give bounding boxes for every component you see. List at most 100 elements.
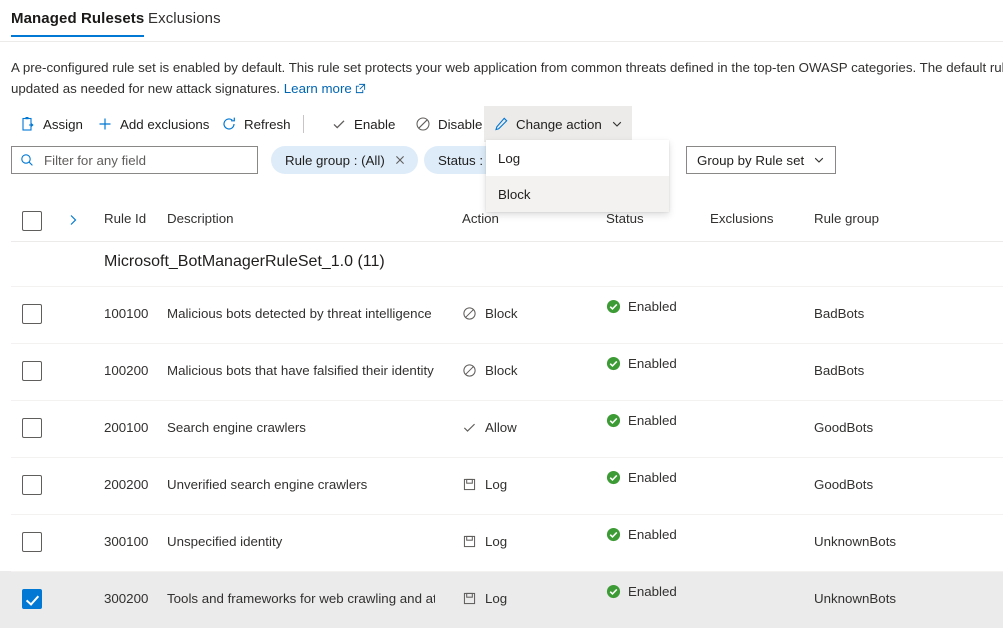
command-bar: Assign Add exclusions Refresh Enable — [0, 106, 1003, 142]
cell-description: Malicious bots detected by threat intell… — [167, 306, 435, 321]
chevron-right-icon — [66, 213, 80, 227]
enable-label: Enable — [354, 117, 395, 132]
check-circle-icon — [606, 584, 621, 599]
cell-rule-id: 100200 — [104, 363, 148, 378]
group-by-dropdown[interactable]: Group by Rule set — [686, 146, 836, 174]
cell-action-label: Log — [485, 534, 507, 549]
cell-status-label: Enabled — [628, 469, 678, 486]
log-note-icon — [462, 534, 477, 549]
menu-item-block[interactable]: Block — [486, 176, 669, 212]
check-circle-icon — [606, 470, 621, 485]
table-row[interactable]: 200100 Search engine crawlers Allow Enab… — [0, 400, 1003, 457]
cell-status: Enabled — [606, 298, 680, 315]
check-circle-icon — [606, 299, 621, 314]
pencil-icon — [493, 116, 509, 132]
cell-rule-id: 200200 — [104, 477, 148, 492]
tab-bar: Managed Rulesets Exclusions — [0, 0, 1003, 42]
cell-rule-group: UnknownBots — [814, 591, 896, 606]
page-description-line2-wrap: updated as needed for new attack signatu… — [11, 78, 1003, 99]
tab-exclusions[interactable]: Exclusions — [148, 10, 221, 37]
row-checkbox[interactable] — [22, 589, 42, 609]
add-exclusions-button[interactable]: Add exclusions — [88, 106, 218, 142]
row-checkbox[interactable] — [22, 475, 42, 495]
table-row[interactable]: 300100 Unspecified identity Log Enabled … — [0, 514, 1003, 571]
rule-set-group-header[interactable]: Microsoft_BotManagerRuleSet_1.0 (11) — [0, 242, 1003, 286]
cell-rule-group: GoodBots — [814, 477, 873, 492]
cell-action: Log — [462, 591, 507, 606]
table-row[interactable]: 100100 Malicious bots detected by threat… — [0, 286, 1003, 343]
cell-status-label: Enabled — [628, 412, 678, 429]
table-row[interactable]: 100200 Malicious bots that have falsifie… — [0, 343, 1003, 400]
cell-status: Enabled — [606, 412, 680, 429]
enable-button[interactable]: Enable — [322, 106, 404, 142]
block-circle-icon — [415, 116, 431, 132]
search-box[interactable] — [11, 146, 258, 174]
cell-description: Malicious bots that have falsified their… — [167, 363, 435, 378]
cell-status-label: Enabled — [628, 583, 678, 600]
learn-more-link[interactable]: Learn more — [284, 81, 352, 96]
column-header-rule-id[interactable]: Rule Id — [104, 211, 146, 226]
cell-rule-id: 300100 — [104, 534, 148, 549]
row-divider — [11, 400, 1003, 401]
assign-label: Assign — [43, 117, 83, 132]
cell-rule-id: 300200 — [104, 591, 148, 606]
chevron-down-icon — [813, 154, 825, 166]
search-icon — [20, 153, 34, 167]
cell-rule-group: UnknownBots — [814, 534, 896, 549]
refresh-button[interactable]: Refresh — [212, 106, 300, 142]
cell-status-label: Enabled — [628, 526, 678, 543]
column-header-description[interactable]: Description — [167, 211, 234, 226]
cell-rule-group: GoodBots — [814, 420, 873, 435]
chevron-down-icon — [611, 118, 623, 130]
select-all-checkbox[interactable] — [22, 211, 42, 231]
cell-action-label: Block — [485, 363, 518, 378]
disable-button[interactable]: Disable — [406, 106, 491, 142]
tab-exclusions-label: Exclusions — [148, 10, 221, 27]
cell-status-label: Enabled — [628, 355, 678, 372]
table-row[interactable]: 200200 Unverified search engine crawlers… — [0, 457, 1003, 514]
column-header-exclusions[interactable]: Exclusions — [710, 211, 774, 226]
cell-status: Enabled — [606, 469, 680, 486]
change-action-button[interactable]: Change action — [484, 106, 632, 142]
block-circle-icon — [462, 306, 477, 321]
row-checkbox[interactable] — [22, 304, 42, 324]
cell-rule-id: 200100 — [104, 420, 148, 435]
row-checkbox[interactable] — [22, 418, 42, 438]
block-circle-icon — [462, 363, 477, 378]
filter-pill-rule-group[interactable]: Rule group : (All) — [271, 146, 418, 174]
assign-button[interactable]: Assign — [11, 106, 92, 142]
cell-action: Log — [462, 534, 507, 549]
command-bar-divider — [303, 115, 304, 133]
cell-description: Search engine crawlers — [167, 420, 435, 435]
cell-action-label: Allow — [485, 420, 517, 435]
row-checkbox[interactable] — [22, 361, 42, 381]
menu-item-block-label: Block — [498, 187, 531, 202]
cell-description: Unverified search engine crawlers — [167, 477, 435, 492]
cell-action-label: Log — [485, 477, 507, 492]
cell-status: Enabled — [606, 355, 680, 372]
checkmark-icon — [462, 420, 477, 435]
page-description: A pre-configured rule set is enabled by … — [11, 57, 1003, 99]
menu-item-log[interactable]: Log — [486, 140, 669, 176]
search-input[interactable] — [42, 152, 249, 169]
page-description-line2: updated as needed for new attack signatu… — [11, 81, 280, 96]
row-checkbox[interactable] — [22, 532, 42, 552]
cell-description: Unspecified identity — [167, 534, 435, 549]
close-icon[interactable] — [394, 154, 406, 166]
group-by-label: Group by Rule set — [697, 153, 804, 168]
table-row[interactable]: 300200 Tools and frameworks for web craw… — [0, 571, 1003, 628]
menu-item-log-label: Log — [498, 151, 520, 166]
tab-managed-rulesets[interactable]: Managed Rulesets — [11, 10, 144, 37]
cell-action: Allow — [462, 420, 517, 435]
column-header-rule-group[interactable]: Rule group — [814, 211, 879, 226]
cell-status: Enabled — [606, 583, 680, 600]
column-header-status[interactable]: Status — [606, 211, 644, 226]
expand-all-toggle[interactable] — [66, 213, 80, 227]
column-header-action[interactable]: Action — [462, 211, 499, 226]
add-exclusions-label: Add exclusions — [120, 117, 209, 132]
filter-pill-rule-group-label: Rule group : (All) — [285, 153, 385, 168]
managed-rulesets-page: Managed Rulesets Exclusions A pre-config… — [0, 0, 1003, 637]
plus-icon — [97, 116, 113, 132]
check-circle-icon — [606, 413, 621, 428]
log-note-icon — [462, 591, 477, 606]
